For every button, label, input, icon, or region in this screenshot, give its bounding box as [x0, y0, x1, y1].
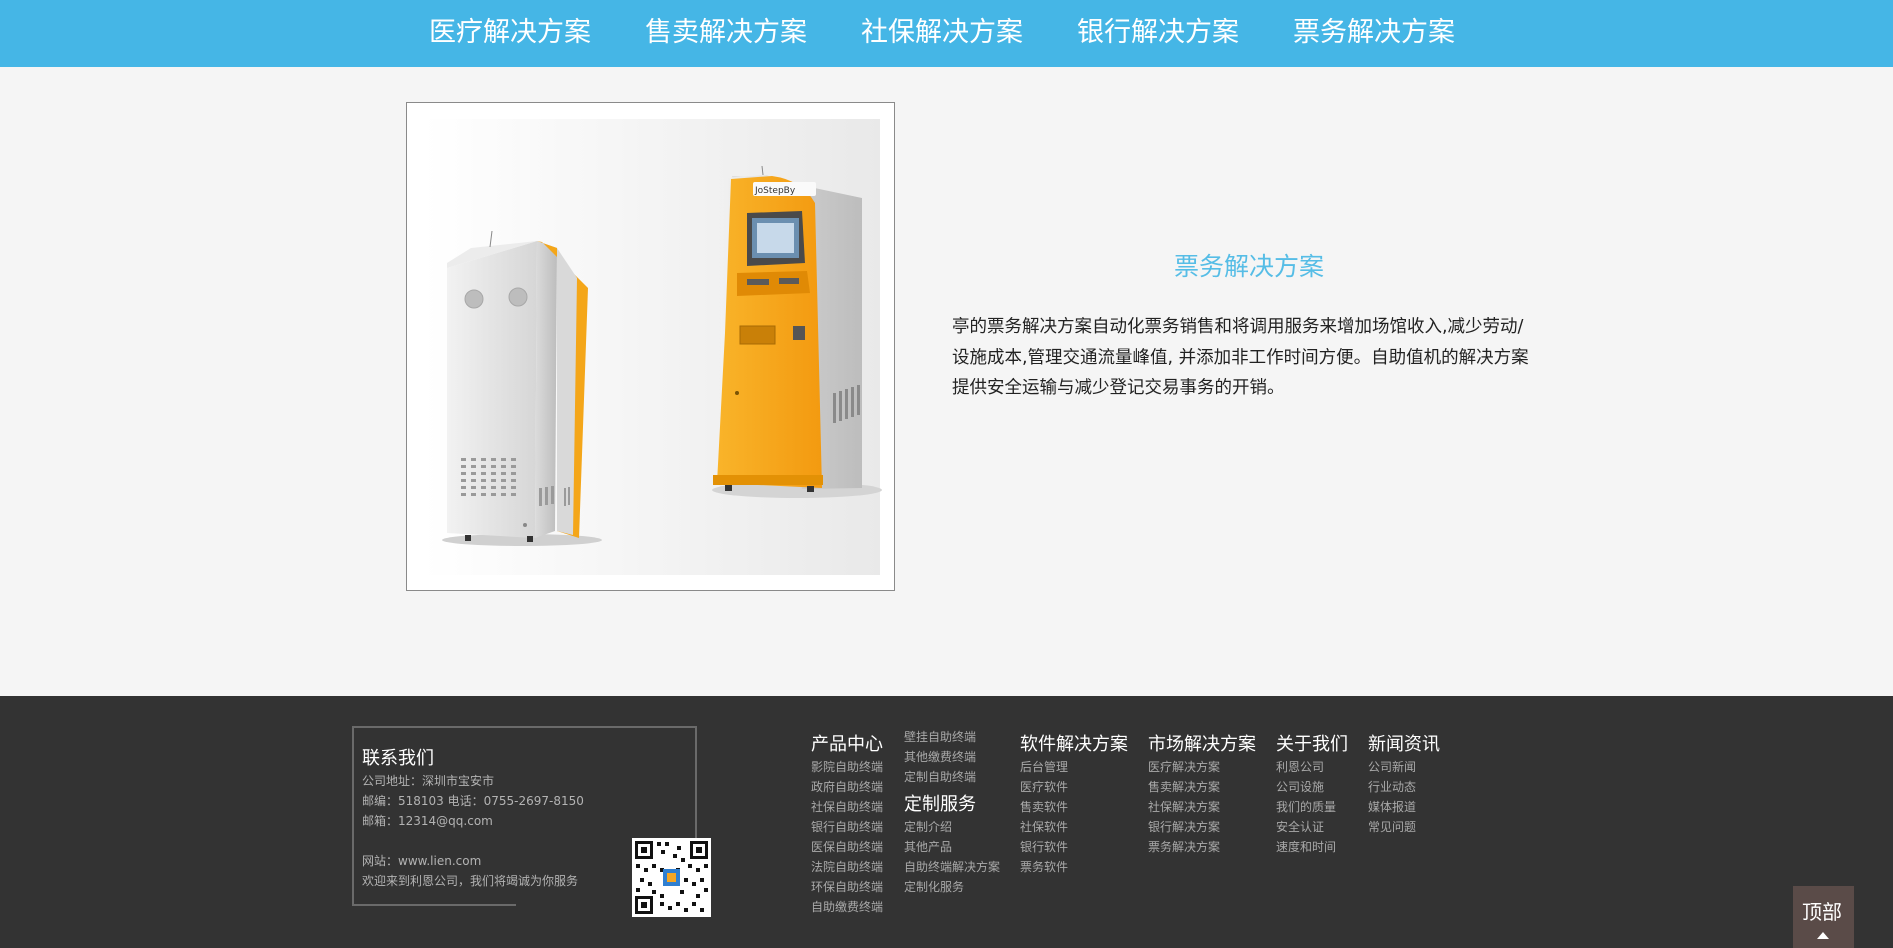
footer-link[interactable]: 自助终端解决方案	[904, 858, 1000, 875]
footer-link[interactable]: 医疗软件	[1020, 778, 1068, 795]
footer-news-title[interactable]: 新闻资讯	[1368, 730, 1440, 756]
footer-link[interactable]: 安全认证	[1276, 818, 1324, 835]
footer-link[interactable]: 我们的质量	[1276, 798, 1336, 815]
footer-products-title[interactable]: 产品中心	[811, 730, 883, 756]
footer-link[interactable]: 定制化服务	[904, 878, 964, 895]
footer-link[interactable]: 银行软件	[1020, 838, 1068, 855]
footer-link[interactable]: 法院自助终端	[811, 858, 883, 875]
top-nav: 医疗解决方案 售卖解决方案 社保解决方案 银行解决方案 票务解决方案	[0, 0, 1893, 67]
contact-title: 联系我们	[362, 748, 434, 769]
footer-link[interactable]: 公司设施	[1276, 778, 1324, 795]
product-image-frame: JoStepBy	[406, 102, 895, 591]
footer-link[interactable]: 银行解决方案	[1148, 818, 1220, 835]
footer-link[interactable]: 医疗解决方案	[1148, 758, 1220, 775]
footer-link[interactable]: 行业动态	[1368, 778, 1416, 795]
solution-title: 票务解决方案	[1174, 252, 1325, 281]
footer-link[interactable]: 银行自助终端	[811, 818, 883, 835]
white-kiosk	[442, 230, 602, 546]
contact-postal-phone: 邮编：518103 电话：0755-2697-8150	[362, 794, 584, 808]
solution-line: 设施成本,管理交通流量峰值, 并添加非工作时间方便。自助值机的解决方案	[952, 347, 1529, 368]
nav-item-bank[interactable]: 银行解决方案	[1077, 14, 1239, 52]
footer-link[interactable]: 社保自助终端	[811, 798, 883, 815]
footer-link[interactable]: 医保自助终端	[811, 838, 883, 855]
footer-link[interactable]: 媒体报道	[1368, 798, 1416, 815]
footer-about-title[interactable]: 关于我们	[1276, 730, 1348, 756]
nav-item-medical[interactable]: 医疗解决方案	[429, 14, 591, 52]
footer-link[interactable]: 社保软件	[1020, 818, 1068, 835]
footer-market-title[interactable]: 市场解决方案	[1148, 730, 1256, 756]
footer-link[interactable]: 常见问题	[1368, 818, 1416, 835]
footer-link[interactable]: 自助缴费终端	[811, 898, 883, 915]
back-to-top-button[interactable]: 顶部	[1793, 886, 1854, 948]
kiosk-product-image: JoStepBy	[423, 119, 882, 575]
footer-link[interactable]: 公司新闻	[1368, 758, 1416, 775]
solution-description: 亭的票务解决方案自动化票务销售和将调用服务来增加场馆收入,减少劳动/ 设施成本,…	[952, 312, 1547, 404]
footer-link[interactable]: 政府自助终端	[811, 778, 883, 795]
footer-software-title[interactable]: 软件解决方案	[1020, 730, 1128, 756]
footer-link[interactable]: 售卖软件	[1020, 798, 1068, 815]
footer-link[interactable]: 速度和时间	[1276, 838, 1336, 855]
solution-line: 提供安全运输与减少登记交易事务的开销。	[952, 378, 1285, 398]
contact-address: 公司地址：深圳市宝安市	[362, 774, 495, 788]
footer-link[interactable]: 利恩公司	[1276, 758, 1324, 775]
contact-welcome: 欢迎来到利恩公司，我们将竭诚为你服务	[362, 874, 579, 888]
yellow-kiosk: JoStepBy	[712, 165, 882, 498]
kiosk-brand-label: JoStepBy	[754, 186, 796, 196]
footer-link[interactable]: 后台管理	[1020, 758, 1068, 775]
qr-code	[632, 838, 711, 917]
footer-link[interactable]: 环保自助终端	[811, 878, 883, 895]
footer-link[interactable]: 影院自助终端	[811, 758, 883, 775]
footer-link[interactable]: 定制自助终端	[904, 768, 976, 785]
footer-link[interactable]: 其他缴费终端	[904, 748, 976, 765]
footer-link[interactable]: 票务解决方案	[1148, 838, 1220, 855]
footer-link[interactable]: 票务软件	[1020, 858, 1068, 875]
nav-item-social-security[interactable]: 社保解决方案	[861, 14, 1023, 52]
footer-link[interactable]: 定制介绍	[904, 818, 952, 835]
arrow-up-icon	[1817, 932, 1829, 939]
back-to-top-label: 顶部	[1802, 900, 1842, 924]
footer-link[interactable]: 其他产品	[904, 838, 952, 855]
contact-email: 邮箱：12314@qq.com	[362, 814, 493, 828]
nav-item-retail[interactable]: 售卖解决方案	[645, 14, 807, 52]
footer-link[interactable]: 社保解决方案	[1148, 798, 1220, 815]
contact-website: 网站：www.lien.com	[362, 854, 482, 868]
footer-link[interactable]: 售卖解决方案	[1148, 778, 1220, 795]
solution-line: 亭的票务解决方案自动化票务销售和将调用服务来增加场馆收入,减少劳动/	[952, 317, 1524, 337]
footer-custom-title[interactable]: 定制服务	[904, 790, 976, 816]
nav-item-ticketing[interactable]: 票务解决方案	[1293, 14, 1455, 52]
footer-link[interactable]: 壁挂自助终端	[904, 728, 976, 745]
contact-box-bottom-border	[352, 904, 516, 906]
